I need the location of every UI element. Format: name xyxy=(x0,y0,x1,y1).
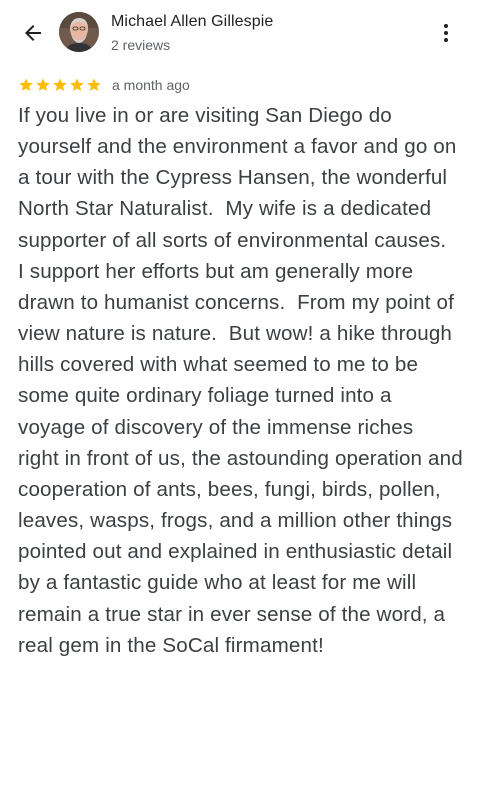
back-button[interactable] xyxy=(16,18,50,48)
star-icon xyxy=(19,78,33,91)
star-icon xyxy=(87,78,101,91)
review-text: If you live in or are visiting San Diego… xyxy=(18,104,469,657)
star-icon xyxy=(53,78,67,91)
rating-row: a month ago xyxy=(18,75,190,95)
more-vert-icon xyxy=(444,24,448,42)
star-icon xyxy=(36,78,50,91)
more-options-button[interactable] xyxy=(436,18,456,48)
star-icon xyxy=(70,78,84,91)
reviewer-review-count: 2 reviews xyxy=(111,37,171,53)
reviewer-name[interactable]: Michael Allen Gillespie xyxy=(111,12,273,32)
review-date: a month ago xyxy=(112,77,190,93)
reviewer-photo xyxy=(59,12,99,52)
avatar[interactable] xyxy=(59,12,99,52)
reviewer-info[interactable]: Michael Allen Gillespie 2 reviews xyxy=(111,12,273,54)
review-screen: Michael Allen Gillespie 2 reviews a mont… xyxy=(0,0,480,796)
star-rating xyxy=(18,77,102,93)
review-header: Michael Allen Gillespie 2 reviews xyxy=(0,0,480,66)
arrow-back-icon xyxy=(25,25,41,41)
